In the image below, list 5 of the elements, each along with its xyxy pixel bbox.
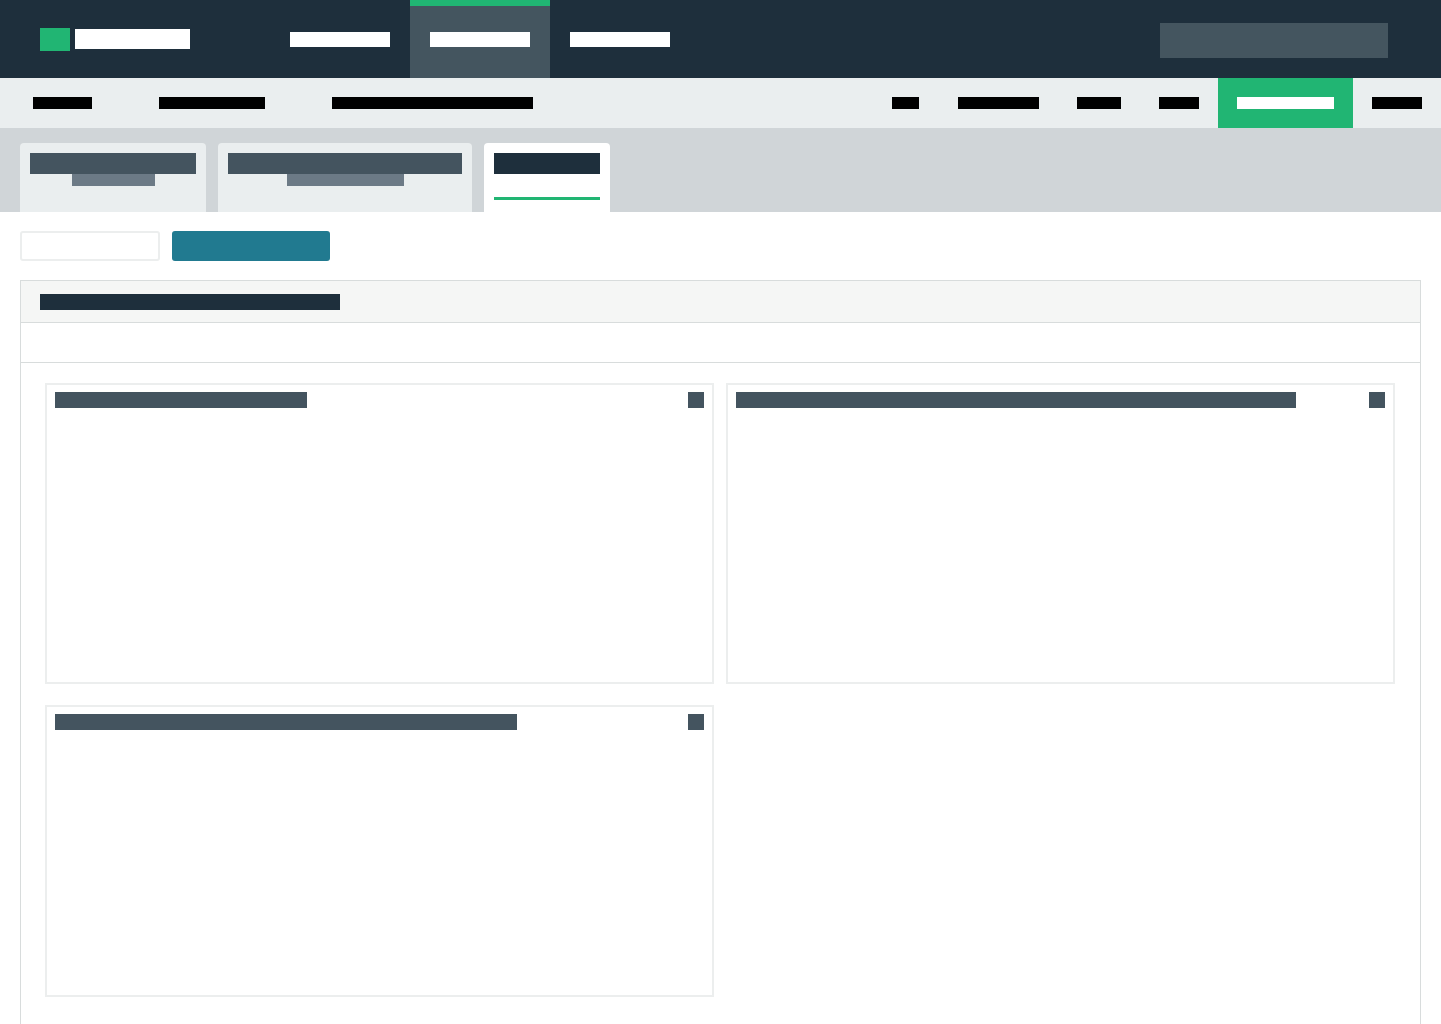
nav-tab[interactable] bbox=[410, 0, 550, 78]
page-tab[interactable] bbox=[218, 143, 472, 212]
page-tab[interactable] bbox=[484, 143, 610, 212]
search-field[interactable] bbox=[1160, 23, 1388, 58]
page-tab[interactable] bbox=[20, 143, 206, 212]
